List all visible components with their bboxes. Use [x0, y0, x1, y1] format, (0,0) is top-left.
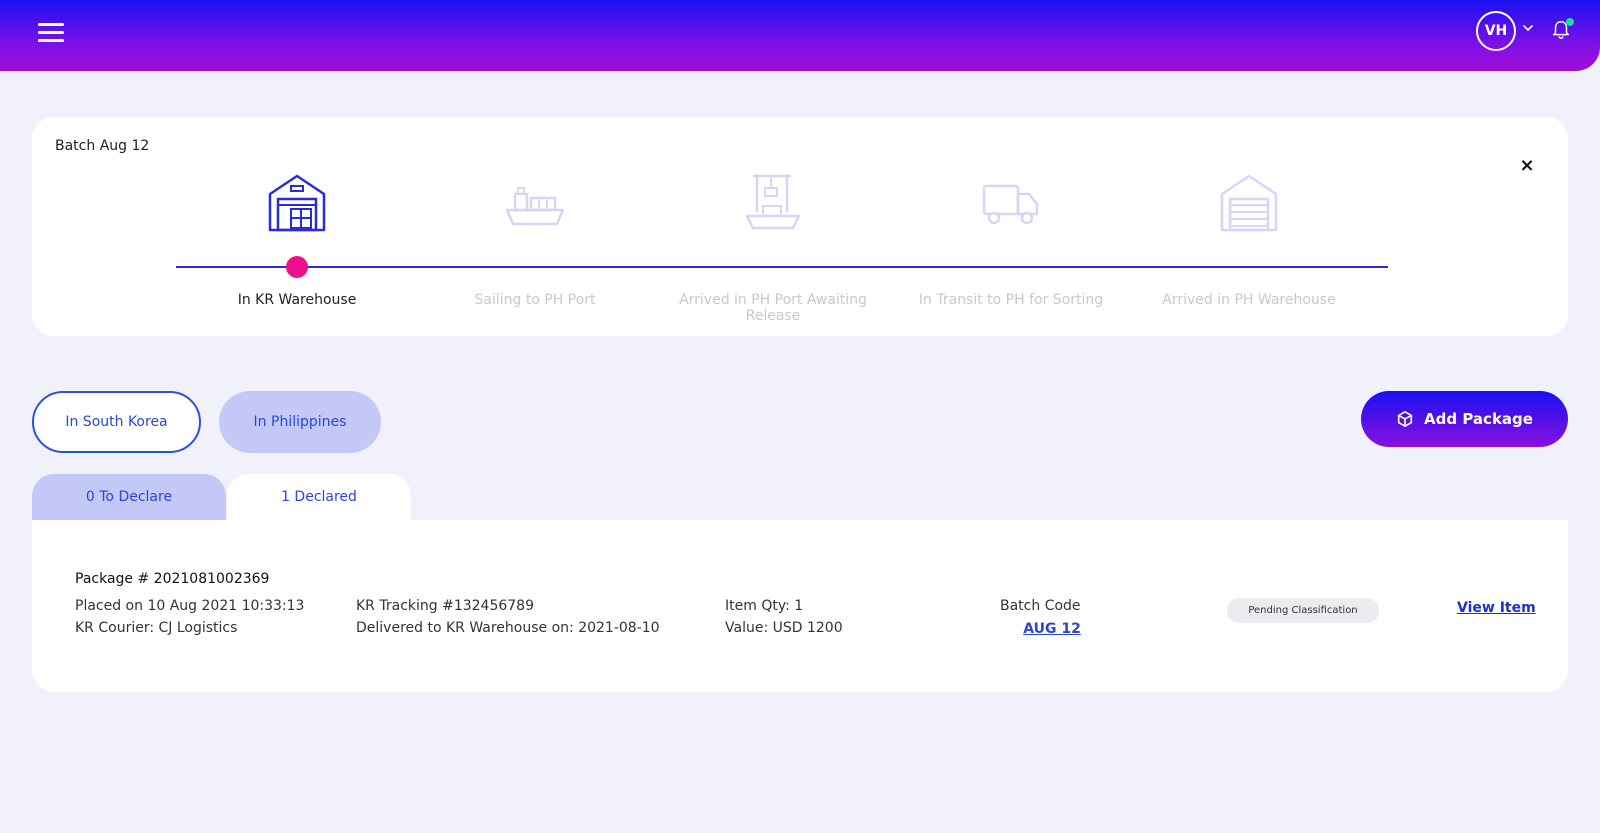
package-panel: Package # 2021081002369 Placed on 10 Aug…	[32, 520, 1568, 692]
delivered-date: Delivered to KR Warehouse on: 2021-08-10	[356, 620, 660, 636]
progress-indicator	[286, 256, 308, 278]
warehouse-icon	[1220, 174, 1278, 232]
batch-code-label: Batch Code	[1000, 598, 1081, 614]
progress-track	[176, 266, 1388, 268]
close-icon[interactable]: ×	[1517, 155, 1537, 176]
tab-to-declare[interactable]: 0 To Declare	[32, 474, 226, 520]
step-transit: In Transit to PH for Sorting	[891, 172, 1131, 308]
port-crane-icon	[745, 174, 801, 230]
top-bar: VH	[0, 0, 1600, 71]
batch-status-card: Batch Aug 12 × In KR Warehouse Sailing t…	[32, 117, 1568, 336]
view-item-link[interactable]: View Item	[1457, 600, 1536, 616]
step-label: Sailing to PH Port	[474, 292, 596, 308]
chevron-down-icon[interactable]	[1521, 21, 1535, 35]
item-qty: Item Qty: 1	[725, 598, 804, 614]
step-label: In KR Warehouse	[237, 292, 357, 308]
item-value: Value: USD 1200	[725, 620, 843, 636]
in-philippines-button[interactable]: In Philippines	[219, 391, 381, 453]
placed-on: Placed on 10 Aug 2021 10:33:13	[75, 598, 305, 614]
tab-declared[interactable]: 1 Declared	[227, 474, 411, 520]
add-package-button[interactable]: Add Package	[1361, 391, 1568, 447]
avatar[interactable]: VH	[1476, 11, 1516, 51]
step-ph-warehouse: Arrived in PH Warehouse	[1129, 172, 1369, 308]
truck-icon	[982, 184, 1039, 225]
batch-code-link[interactable]: AUG 12	[1012, 621, 1092, 637]
batch-title: Batch Aug 12	[55, 138, 150, 154]
package-number: Package # 2021081002369	[75, 571, 270, 587]
notification-dot	[1566, 18, 1574, 26]
step-kr-warehouse: In KR Warehouse	[177, 172, 417, 308]
kr-courier: KR Courier: CJ Logistics	[75, 620, 238, 636]
step-sailing: Sailing to PH Port	[415, 172, 655, 308]
kr-tracking: KR Tracking #132456789	[356, 598, 534, 614]
package-icon	[1397, 410, 1413, 428]
ship-icon	[505, 187, 565, 226]
step-label: Arrived in PH Port Awaiting Release	[679, 292, 867, 324]
add-package-label: Add Package	[1424, 410, 1533, 428]
hamburger-icon[interactable]	[38, 23, 64, 43]
warehouse-icon	[268, 174, 326, 232]
step-label: In Transit to PH for Sorting	[918, 292, 1104, 308]
step-port-release: Arrived in PH Port Awaiting Release	[653, 172, 893, 324]
status-badge: Pending Classification	[1227, 598, 1379, 623]
in-south-korea-button[interactable]: In South Korea	[32, 391, 201, 453]
step-label: Arrived in PH Warehouse	[1162, 292, 1336, 308]
